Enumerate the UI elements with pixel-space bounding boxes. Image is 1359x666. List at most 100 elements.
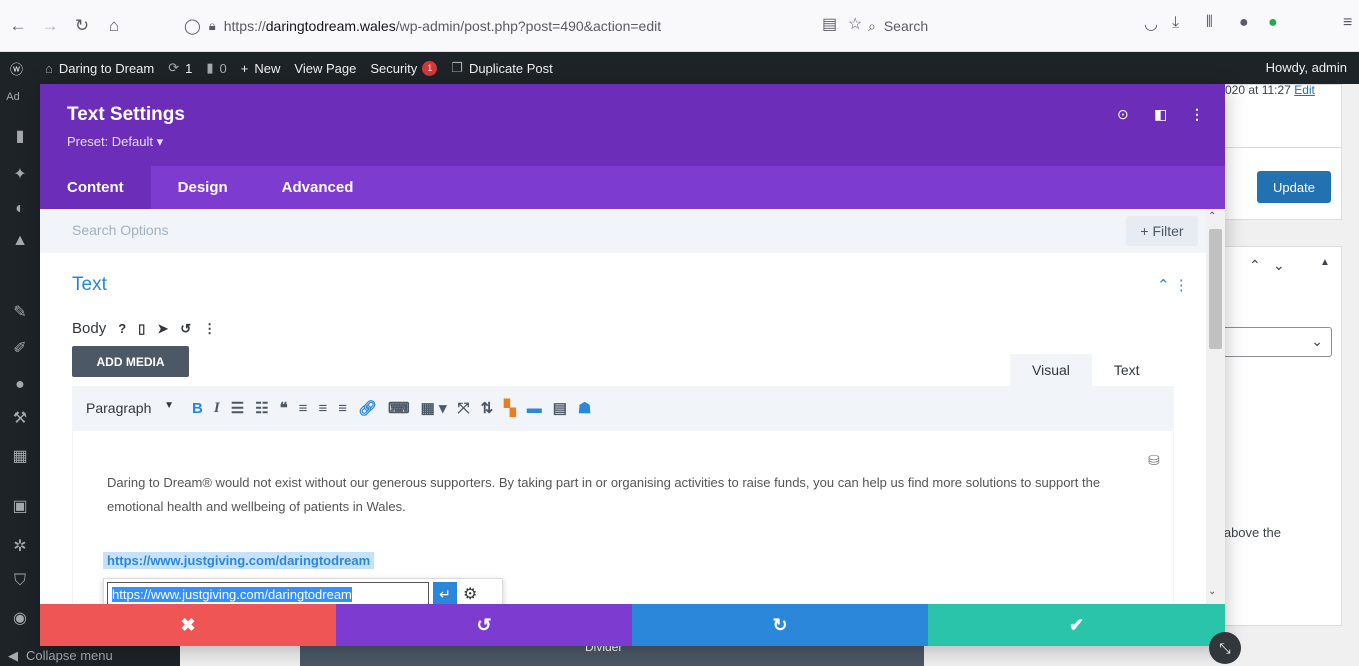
user-icon[interactable]: ☗	[578, 399, 591, 417]
search-options-input[interactable]: Search Options	[72, 222, 169, 238]
publish-date: 020 at 11:27	[1225, 83, 1291, 97]
align-left-icon[interactable]: ≡	[299, 400, 308, 417]
tools-icon[interactable]: ⚒	[9, 408, 31, 430]
update-button[interactable]: Update	[1257, 171, 1331, 203]
lock-icon[interactable]: ▲	[9, 230, 31, 252]
fullscreen-editor-icon[interactable]: ⤧	[458, 400, 470, 417]
appearance-icon[interactable]: ✎	[9, 302, 31, 324]
section-title[interactable]: Text	[72, 274, 107, 296]
help-icon[interactable]: ?	[118, 321, 126, 336]
selected-link-text[interactable]: https://www.justgiving.com/daringtodream	[103, 552, 375, 569]
link-options-gear-icon[interactable]: ⚙	[463, 584, 477, 604]
redo-icon: ↻	[772, 614, 788, 635]
panel-toggle-icon[interactable]: ▲	[1320, 257, 1330, 268]
comments-menu-icon[interactable]: ▮	[9, 126, 31, 148]
back-arrow-icon[interactable]: ←	[4, 12, 32, 40]
browser-search-input[interactable]: ⌕ Search	[868, 12, 1128, 40]
howdy-user-menu[interactable]: Howdy, admin	[1266, 60, 1347, 75]
mobile-icon[interactable]: ▯	[138, 321, 145, 337]
scroll-up-icon[interactable]: ⌃	[1208, 211, 1216, 222]
pin-icon[interactable]: ✦	[9, 164, 31, 186]
more-options-icon[interactable]: ⋮	[1190, 106, 1204, 123]
edit-date-link[interactable]: Edit	[1294, 83, 1315, 97]
tab-content[interactable]: Content	[40, 166, 151, 209]
split-view-icon[interactable]: ◧	[1154, 106, 1167, 123]
plugins-icon[interactable]: ✐	[9, 338, 31, 360]
address-bar[interactable]: ◯ 🔒︎ https://daringtodream.wales/wp-admi…	[184, 10, 864, 42]
gear-icon[interactable]: ✲	[9, 536, 31, 558]
page-icon[interactable]: ▣	[9, 496, 31, 518]
tab-advanced[interactable]: Advanced	[255, 166, 381, 209]
shield-icon[interactable]: ⛉	[9, 570, 31, 592]
italic-icon[interactable]: I	[214, 400, 220, 417]
save-button[interactable]: ✔	[928, 604, 1225, 646]
comments-link[interactable]: ▮ 0	[206, 60, 226, 76]
database-icon[interactable]: ⛁	[1148, 452, 1160, 469]
menu-icon[interactable]: ≡	[1343, 14, 1352, 32]
circle-icon[interactable]: ◐	[9, 198, 31, 220]
divider-module-bar[interactable]: Divider	[300, 640, 924, 666]
undo-button[interactable]: ↺	[336, 604, 632, 646]
extension-green-icon[interactable]: ●	[1268, 14, 1278, 32]
bold-icon[interactable]: B	[192, 400, 203, 417]
updates-link[interactable]: ⟳ 1	[168, 60, 192, 76]
blockquote-icon[interactable]: ❝	[280, 399, 288, 417]
cursor-icon[interactable]: ➤	[157, 321, 168, 337]
insert-icon[interactable]: ⇅	[481, 399, 494, 417]
align-center-icon[interactable]: ≡	[318, 400, 327, 417]
reset-icon[interactable]: ↺	[180, 321, 191, 337]
wordpress-logo-icon[interactable]: ⓦ	[10, 59, 23, 78]
download-icon[interactable]: ⤓	[1172, 14, 1179, 32]
scrollbar-thumb[interactable]	[1209, 229, 1222, 349]
duplicate-icon: ❐	[451, 60, 463, 75]
align-right-icon[interactable]: ≡	[338, 400, 347, 417]
duplicate-post-link[interactable]: ❐ Duplicate Post	[451, 60, 552, 76]
numbered-list-icon[interactable]: ☷	[255, 399, 268, 417]
new-content-link[interactable]: + New	[241, 61, 281, 76]
reload-icon[interactable]: ↻	[68, 12, 96, 40]
format-select[interactable]: Paragraph ▼	[86, 400, 192, 416]
library-icon[interactable]: ⫴	[1206, 14, 1213, 32]
reader-view-icon[interactable]: ▤	[822, 14, 837, 34]
add-media-button[interactable]: ADD MEDIA	[72, 346, 189, 377]
settings-grid-icon[interactable]: ▦	[9, 446, 31, 468]
editor-mode-tabs: Visual Text	[1010, 354, 1162, 386]
redo-button[interactable]: ↻	[632, 604, 928, 646]
preset-dropdown[interactable]: Preset: Default ▾	[67, 134, 163, 150]
link-icon[interactable]: 🔗︎	[358, 399, 377, 417]
bookmark-star-icon[interactable]: ☆	[848, 14, 862, 34]
field-options-icon[interactable]: ⋮	[203, 321, 216, 337]
dashboard-label[interactable]: Ad	[2, 86, 24, 108]
forward-arrow-icon[interactable]: →	[36, 12, 64, 40]
apply-link-button[interactable]: ↵	[433, 582, 457, 606]
tab-text[interactable]: Text	[1092, 354, 1162, 386]
users-icon[interactable]: ●	[9, 374, 31, 396]
editor-paragraph[interactable]: Daring to Dream® would not exist without…	[107, 471, 1127, 519]
tab-visual[interactable]: Visual	[1010, 354, 1092, 386]
extension-icon[interactable]: ●	[1239, 14, 1249, 32]
keyboard-icon[interactable]: ⌨	[388, 399, 410, 417]
tab-design[interactable]: Design	[151, 166, 255, 209]
pocket-icon[interactable]: ◡	[1144, 14, 1158, 34]
scroll-down-icon[interactable]: ⌄	[1208, 586, 1216, 597]
filter-button[interactable]: + Filter	[1126, 216, 1198, 246]
resize-handle-icon[interactable]: ⤡	[1209, 632, 1241, 664]
site-name-link[interactable]: ⌂ Daring to Dream	[45, 61, 154, 76]
page-break-icon[interactable]: ▤	[553, 399, 567, 417]
divi-icon[interactable]: ◉	[9, 608, 31, 630]
divider-icon[interactable]: ▬	[527, 400, 542, 417]
fullscreen-icon[interactable]: ⊙	[1117, 106, 1129, 123]
view-page-link[interactable]: View Page	[294, 61, 356, 76]
panel-down-icon[interactable]: ⌄	[1273, 257, 1285, 274]
discard-button[interactable]: ✖	[40, 604, 336, 646]
bullet-list-icon[interactable]: ☰	[231, 399, 244, 417]
panel-up-icon[interactable]: ⌃	[1249, 257, 1261, 274]
template-select[interactable]: ⌄	[1212, 327, 1332, 357]
shortcodes-icon[interactable]: ▚	[504, 399, 516, 417]
link-url-input[interactable]: https://www.justgiving.com/daringtodream	[107, 582, 429, 606]
section-collapse-icon[interactable]: ⌃ ⋮	[1157, 276, 1189, 294]
table-icon[interactable]: ▦ ▾	[421, 399, 447, 417]
home-icon[interactable]: ⌂	[100, 12, 128, 40]
security-link[interactable]: Security 1	[370, 60, 438, 76]
collapse-menu-button[interactable]: ◀ Collapse menu	[0, 645, 180, 666]
